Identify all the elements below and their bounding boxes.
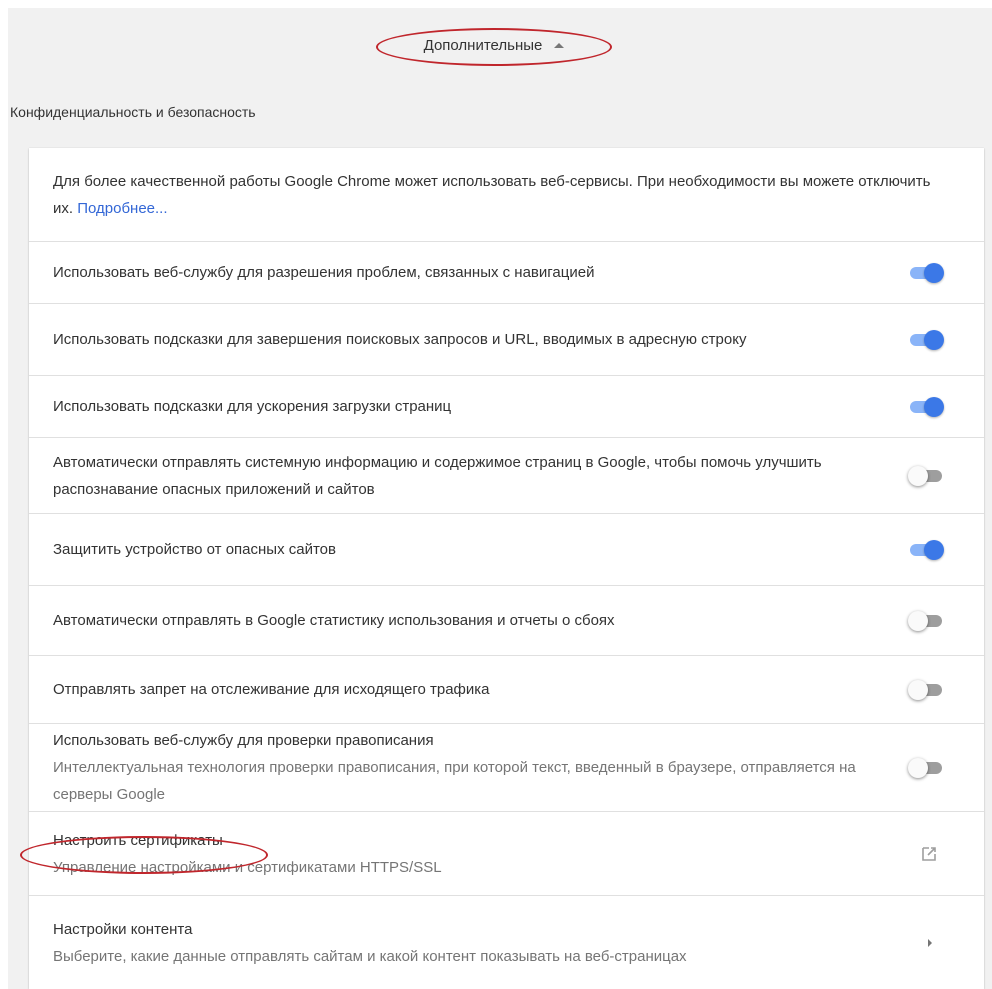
settings-page: Дополнительные Конфиденциальность и безо… (0, 0, 992, 989)
setting-label: Защитить устройство от опасных сайтов (53, 541, 336, 558)
chevron-right-icon[interactable] (924, 937, 936, 949)
intro-row: Для более качественной работы Google Chr… (29, 148, 984, 242)
setting-row-content-settings[interactable]: Настройки контента Выберите, какие данны… (29, 896, 984, 989)
setting-label: Использовать веб-службу для проверки пра… (53, 732, 434, 749)
privacy-settings-card: Для более качественной работы Google Chr… (29, 148, 984, 989)
learn-more-link[interactable]: Подробнее... (77, 200, 167, 217)
toggle-knob (908, 757, 928, 778)
intro-text: Для более качественной работы Google Chr… (53, 172, 931, 217)
toggle-knob (924, 329, 944, 350)
toggle-switch[interactable] (908, 679, 944, 700)
setting-row-search-suggestions[interactable]: Использовать подсказки для завершения по… (29, 304, 984, 376)
toggle-switch[interactable] (908, 396, 944, 417)
toggle-knob (924, 396, 944, 417)
setting-label: Использовать веб-службу для разрешения п… (53, 264, 595, 281)
setting-label: Отправлять запрет на отслеживание для ис… (53, 681, 490, 698)
setting-label: Автоматически отправлять в Google статис… (53, 612, 615, 629)
setting-text-block: Настроить сертификаты Управление настрой… (53, 827, 920, 881)
toggle-switch[interactable] (908, 539, 944, 560)
setting-label: Использовать подсказки для ускорения заг… (53, 398, 452, 415)
setting-row-navigation-errors[interactable]: Использовать веб-службу для разрешения п… (29, 242, 984, 304)
setting-text-block: Использовать веб-службу для проверки пра… (53, 727, 908, 808)
toggle-knob (924, 539, 944, 560)
content-settings-title: Настройки контента (53, 920, 193, 938)
setting-row-spellcheck[interactable]: Использовать веб-службу для проверки пра… (29, 724, 984, 812)
advanced-label: Дополнительные (423, 36, 543, 54)
intro-text-block: Для более качественной работы Google Chr… (53, 168, 944, 222)
toggle-knob (908, 465, 928, 486)
toggle-knob (908, 679, 928, 700)
setting-row-safe-browsing-reports[interactable]: Автоматически отправлять системную инфор… (29, 438, 984, 514)
setting-row-safe-browsing[interactable]: Защитить устройство от опасных сайтов (29, 514, 984, 586)
setting-row-certificates[interactable]: Настроить сертификаты Управление настрой… (29, 812, 984, 896)
toggle-switch[interactable] (908, 610, 944, 631)
toggle-knob (908, 610, 928, 631)
setting-row-do-not-track[interactable]: Отправлять запрет на отслеживание для ис… (29, 656, 984, 724)
setting-label: Автоматически отправлять системную инфор… (53, 453, 822, 498)
setting-text-block: Настройки контента Выберите, какие данны… (53, 916, 924, 970)
toggle-switch[interactable] (908, 329, 944, 350)
setting-sublabel: Интеллектуальная технология проверки пра… (53, 759, 856, 803)
content-settings-subtitle: Выберите, какие данные отправлять сайтам… (53, 947, 687, 965)
setting-row-usage-stats[interactable]: Автоматически отправлять в Google статис… (29, 586, 984, 656)
toggle-knob (924, 262, 944, 283)
toggle-switch[interactable] (908, 757, 944, 778)
certificates-title: Настроить сертификаты (53, 831, 223, 849)
setting-label: Использовать подсказки для завершения по… (53, 331, 747, 348)
section-title: Конфиденциальность и безопасность (10, 104, 256, 120)
advanced-toggle-button[interactable]: Дополнительные (380, 28, 608, 62)
external-link-icon[interactable] (920, 845, 938, 863)
setting-row-page-preload[interactable]: Использовать подсказки для ускорения заг… (29, 376, 984, 438)
caret-up-icon (554, 42, 565, 48)
toggle-switch[interactable] (908, 465, 944, 486)
toggle-switch[interactable] (908, 262, 944, 283)
certificates-subtitle: Управление настройками и сертификатами H… (53, 858, 442, 876)
